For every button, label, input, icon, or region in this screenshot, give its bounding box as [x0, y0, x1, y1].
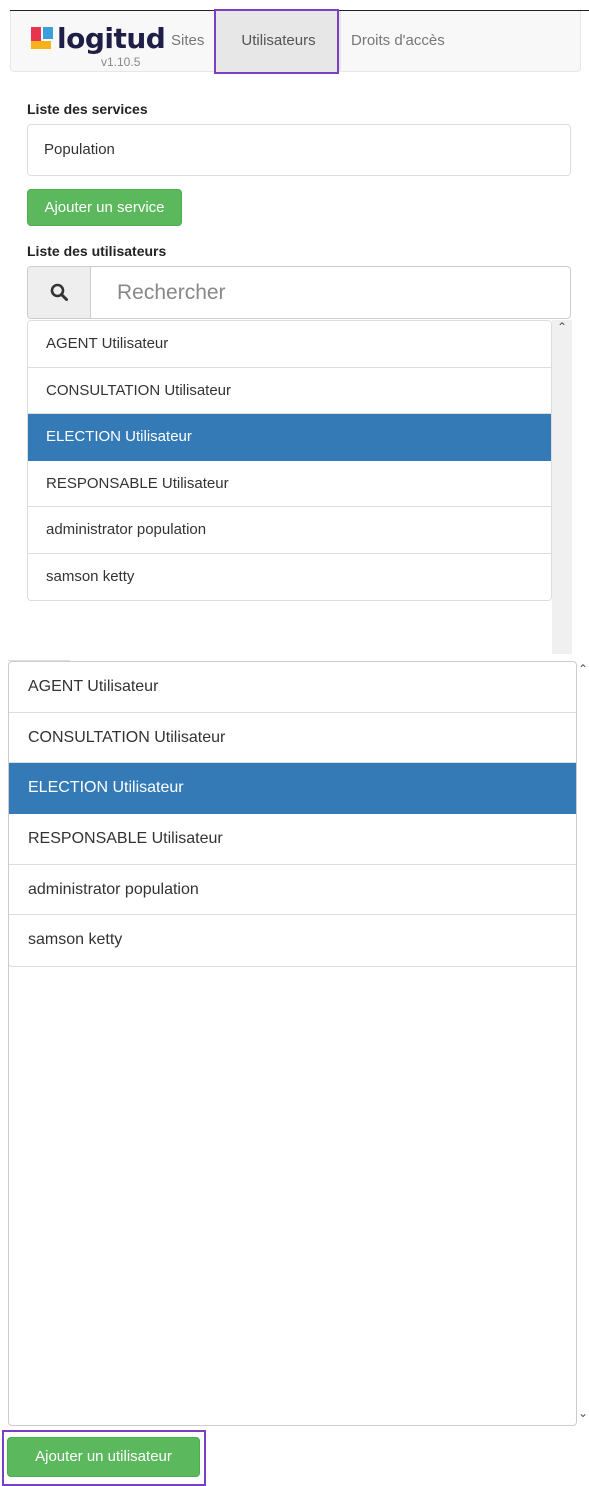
service-item[interactable]: Population	[44, 141, 115, 158]
services-title: Liste des services	[27, 101, 148, 117]
users-list-expanded: AGENT Utilisateur CONSULTATION Utilisate…	[9, 662, 576, 968]
scroll-up-icon[interactable]: ⌃	[578, 662, 588, 676]
user-item-samson[interactable]: samson ketty	[28, 554, 551, 601]
user-item-responsable[interactable]: RESPONSABLE Utilisateur	[28, 461, 551, 507]
search-addon	[28, 267, 91, 318]
user-item-consultation[interactable]: CONSULTATION Utilisateur	[9, 713, 576, 764]
search-group	[27, 266, 571, 319]
user-item-samson[interactable]: samson ketty	[9, 915, 576, 966]
users-list-panel: AGENT Utilisateur CONSULTATION Utilisate…	[27, 320, 572, 654]
users-title: Liste des utilisateurs	[27, 243, 167, 259]
search-input[interactable]	[91, 267, 569, 318]
user-item-election[interactable]: ELECTION Utilisateur	[9, 763, 576, 815]
add-service-button[interactable]: Ajouter un service	[27, 189, 182, 226]
user-item-administrator[interactable]: administrator population	[9, 865, 576, 916]
scroll-down-icon[interactable]: ⌄	[578, 1406, 588, 1420]
logo-icon	[31, 27, 53, 49]
tab-utilisateurs[interactable]: Utilisateurs	[216, 11, 341, 71]
navbar: logitud v1.10.5 Sites Utilisateurs Droit…	[10, 11, 581, 72]
users-list-panel-expanded: AGENT Utilisateur CONSULTATION Utilisate…	[8, 661, 577, 1426]
user-item-agent[interactable]: AGENT Utilisateur	[28, 321, 551, 368]
services-list: Population	[27, 124, 571, 176]
user-item-administrator[interactable]: administrator population	[28, 507, 551, 554]
user-item-election[interactable]: ELECTION Utilisateur	[28, 414, 551, 461]
app-version: v1.10.5	[101, 55, 141, 69]
brand[interactable]: logitud v1.10.5	[31, 22, 166, 69]
users-list-scrollbar[interactable]: ⌃	[552, 320, 572, 654]
users-list: AGENT Utilisateur CONSULTATION Utilisate…	[27, 320, 552, 601]
tab-droits-acces[interactable]: Droits d'accès	[339, 11, 457, 71]
add-user-button[interactable]: Ajouter un utilisateur	[7, 1437, 200, 1477]
scroll-up-icon[interactable]: ⌃	[552, 320, 572, 334]
user-item-consultation[interactable]: CONSULTATION Utilisateur	[28, 368, 551, 414]
panel-divider	[8, 654, 70, 661]
tab-sites[interactable]: Sites	[159, 11, 216, 71]
user-item-responsable[interactable]: RESPONSABLE Utilisateur	[9, 814, 576, 865]
user-item-agent[interactable]: AGENT Utilisateur	[9, 662, 576, 713]
search-icon	[50, 283, 68, 301]
logo-text: logitud	[57, 22, 166, 55]
